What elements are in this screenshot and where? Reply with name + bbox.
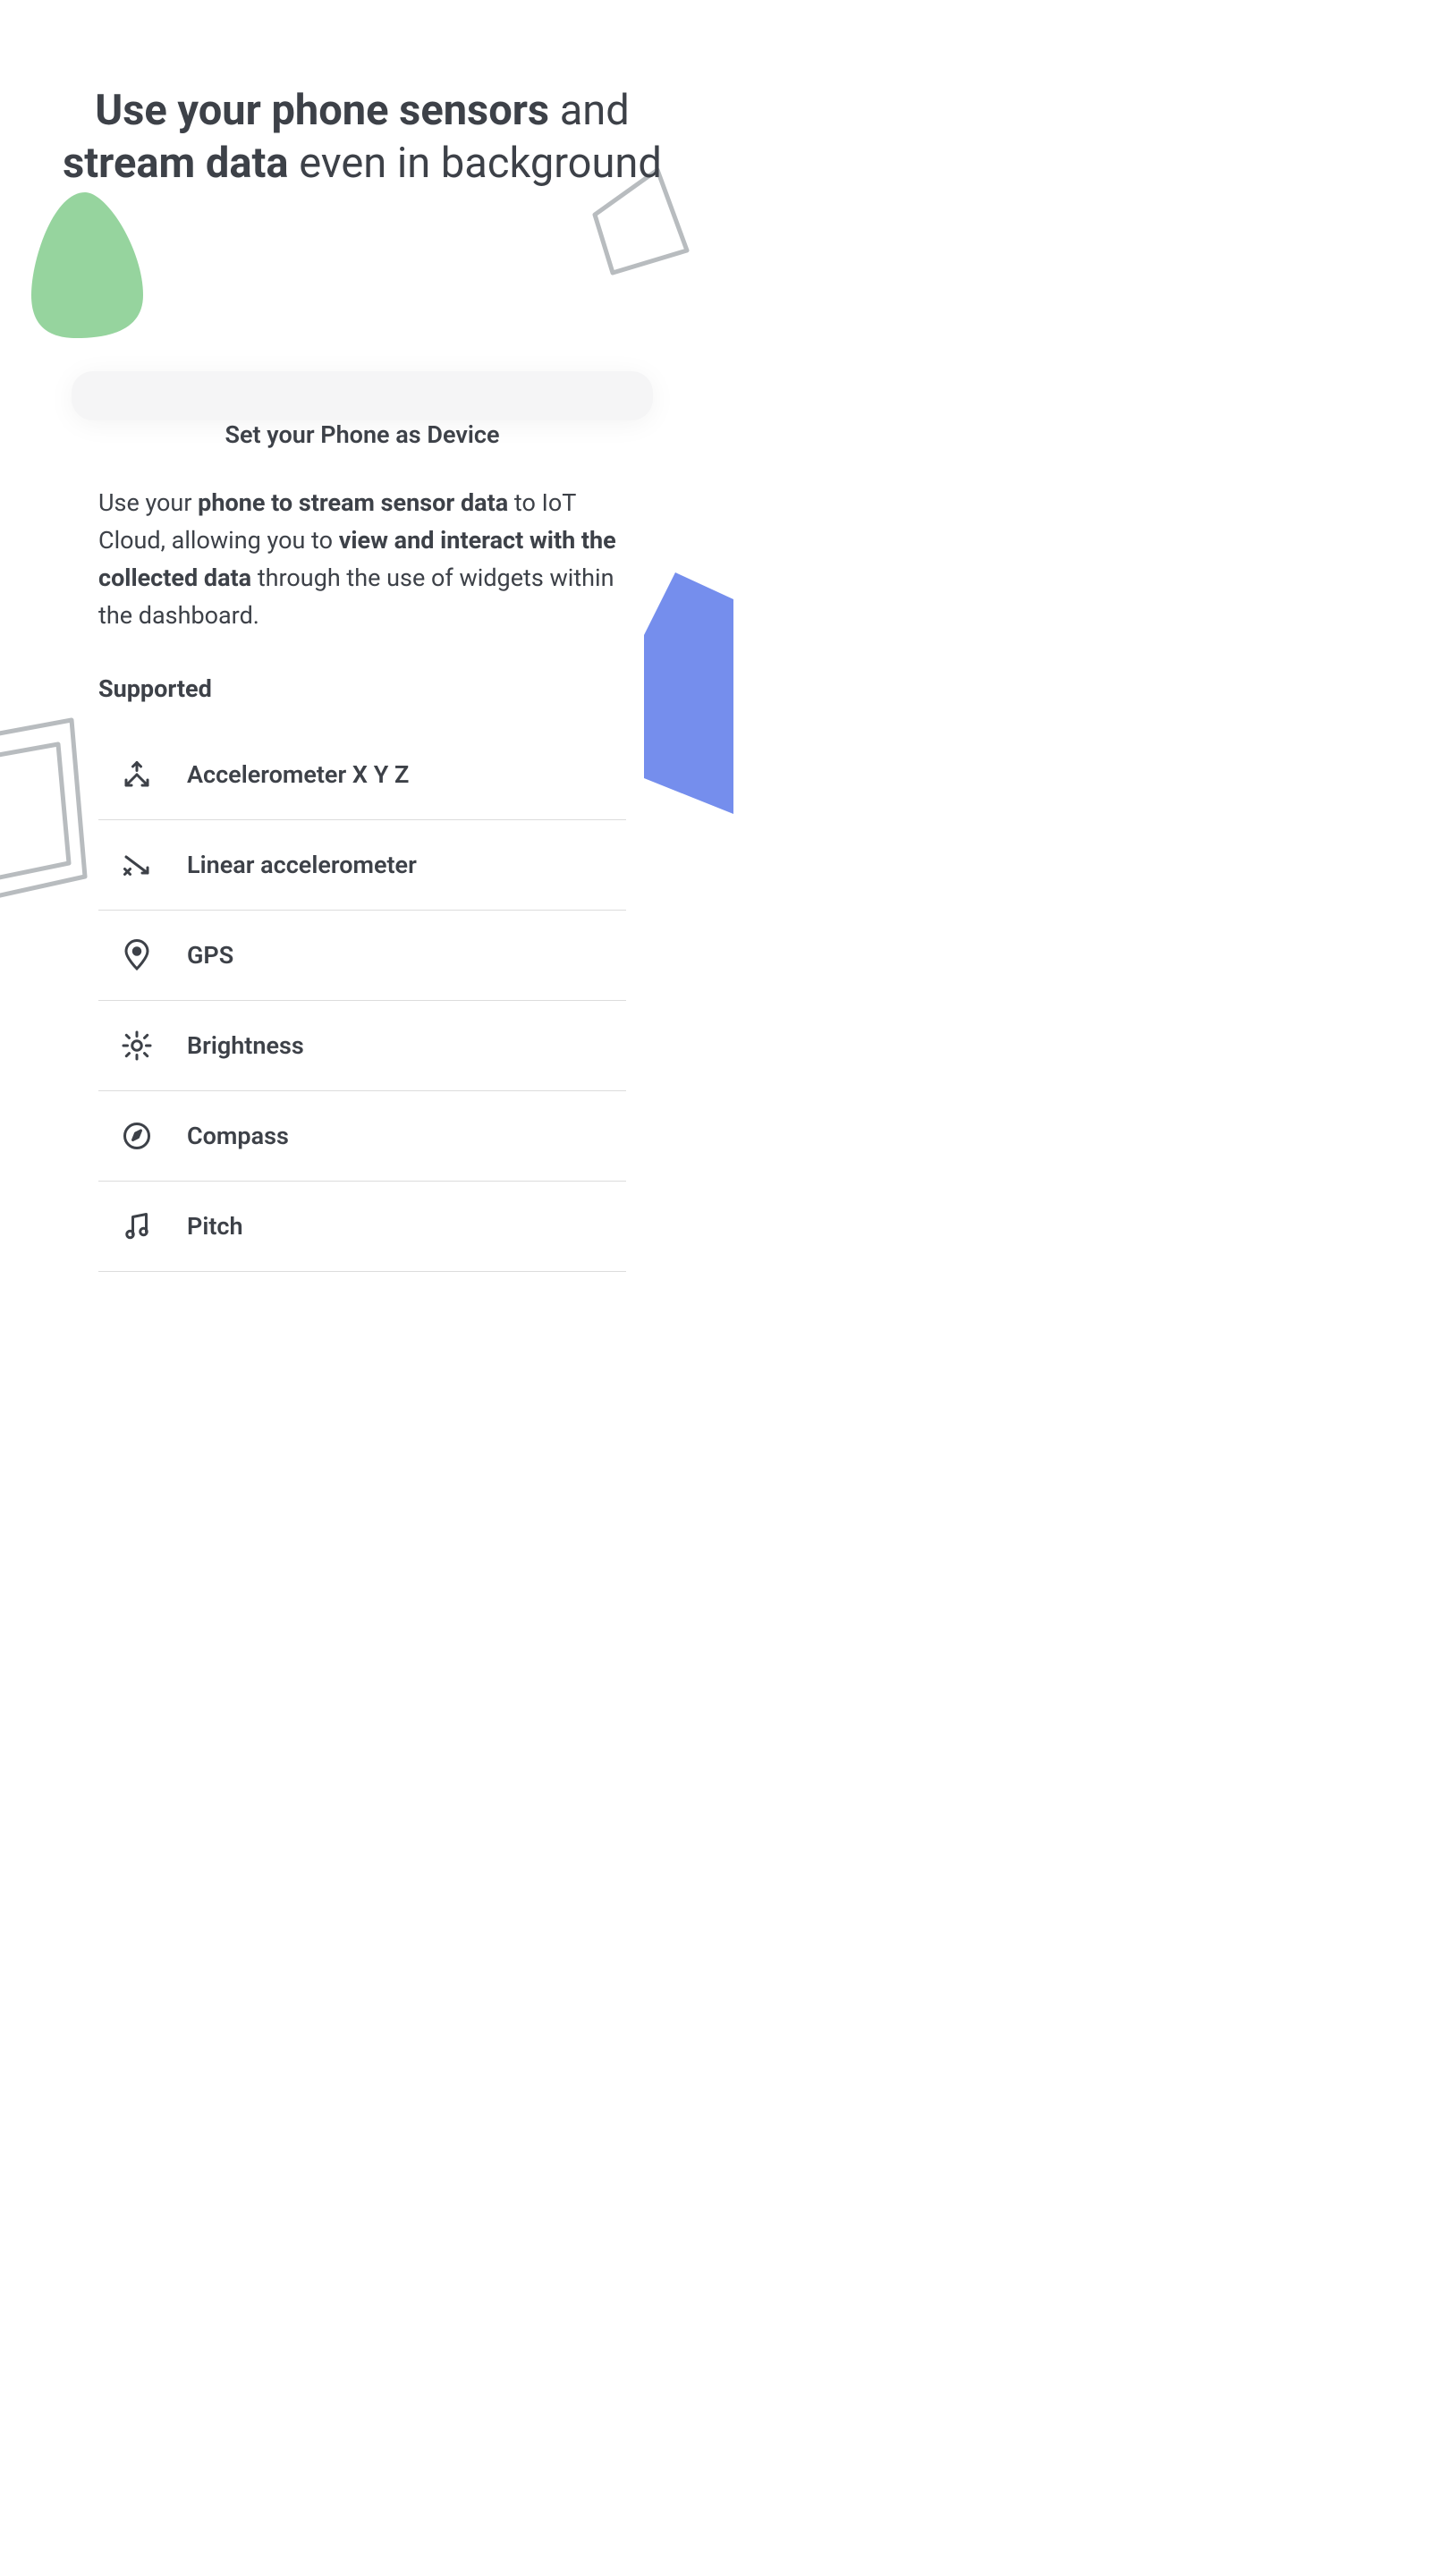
compass-icon (121, 1120, 153, 1152)
sensor-item-brightness: Brightness (98, 1001, 626, 1091)
pitch-icon (121, 1210, 153, 1242)
sensor-label: GPS (187, 941, 233, 970)
linear-accelerometer-icon (121, 849, 153, 881)
sensor-label: Brightness (187, 1031, 304, 1060)
sensor-item-gps: GPS (98, 911, 626, 1001)
gps-icon (121, 939, 153, 971)
accelerometer-icon (121, 758, 153, 791)
sensor-item-compass: Compass (98, 1091, 626, 1182)
page-heading: Use your phone sensors and stream data e… (0, 0, 724, 191)
decorative-outline-square (0, 716, 89, 921)
card-description: Use your phone to stream sensor data to … (98, 485, 626, 634)
device-card: Set your Phone as Device Use your phone … (72, 371, 653, 420)
decorative-blue-shape (644, 572, 733, 841)
supported-heading: Supported (98, 674, 626, 703)
sensor-label: Compass (187, 1122, 289, 1150)
sensor-label: Pitch (187, 1212, 243, 1241)
sensor-label: Accelerometer X Y Z (187, 760, 409, 789)
sensor-label: Linear accelerometer (187, 851, 417, 879)
decorative-green-blob (27, 188, 157, 340)
sensor-list: Accelerometer X Y Z Linear accelerometer (98, 730, 626, 1272)
sensor-item-accelerometer: Accelerometer X Y Z (98, 730, 626, 820)
card-title: Set your Phone as Device (98, 420, 626, 449)
sensor-item-linear: Linear accelerometer (98, 820, 626, 911)
brightness-icon (121, 1030, 153, 1062)
sensor-item-pitch: Pitch (98, 1182, 626, 1272)
